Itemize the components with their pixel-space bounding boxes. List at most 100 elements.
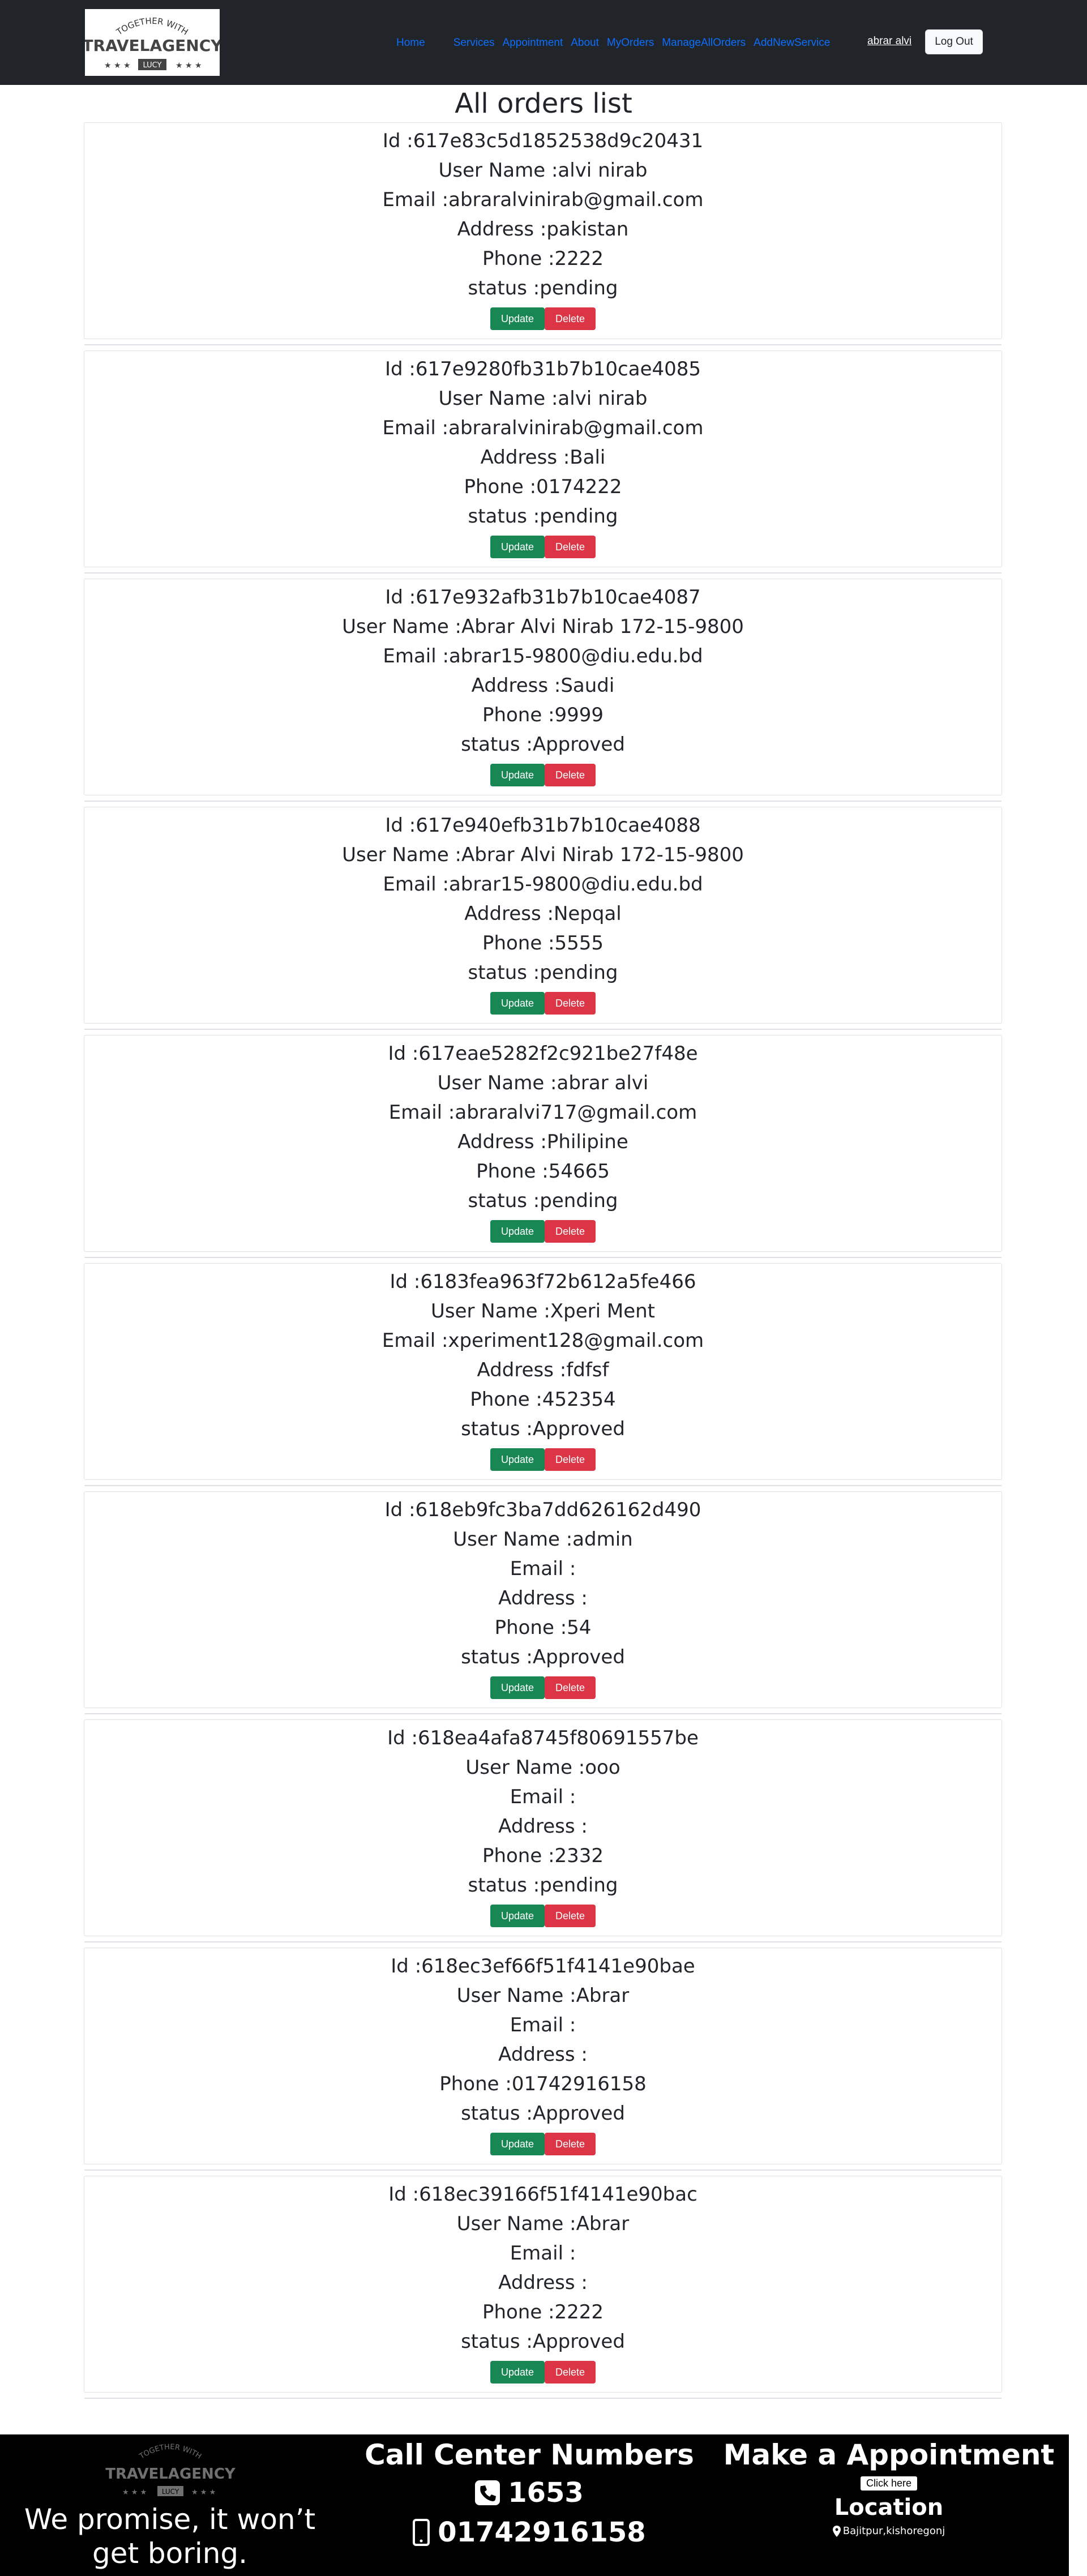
order-address-label: Address : <box>457 218 547 241</box>
appointment-heading: Make a Appointment <box>723 2438 1055 2471</box>
brand-logo[interactable]: TOGETHER WITH TRAVELAGENCY ★ ★ ★ LUCY ★ … <box>85 9 220 76</box>
delete-button[interactable]: Delete <box>545 764 596 786</box>
order-email: Email : <box>84 2239 1002 2268</box>
order-status-value: pending <box>540 1189 618 1212</box>
order-email-label: Email : <box>382 417 449 439</box>
order-address: Address :Nepqal <box>84 899 1002 928</box>
nav-link-manage-all-orders[interactable]: ManageAllOrders <box>662 37 746 49</box>
svg-text:TOGETHER WITH: TOGETHER WITH <box>114 16 190 37</box>
update-button[interactable]: Update <box>490 992 545 1015</box>
phone-number-2[interactable]: 01742916158 <box>351 2513 708 2552</box>
update-button[interactable]: Update <box>490 1676 545 1699</box>
order-status-label: status : <box>461 733 533 756</box>
update-button[interactable]: Update <box>490 764 545 786</box>
update-button[interactable]: Update <box>490 536 545 558</box>
footer-tagline: We promise, it won’t get boring. <box>24 2503 316 2570</box>
order-status-label: status : <box>468 505 540 528</box>
delete-button[interactable]: Delete <box>545 307 596 330</box>
order-status-label: status : <box>461 2102 533 2125</box>
order-email: Email : <box>84 1554 1002 1584</box>
nav-link-home[interactable]: Home <box>396 37 425 49</box>
order-phone-label: Phone : <box>482 247 555 270</box>
order-phone-label: Phone : <box>482 1845 555 1867</box>
update-button[interactable]: Update <box>490 2133 545 2155</box>
update-button[interactable]: Update <box>490 1220 545 1243</box>
delete-button[interactable]: Delete <box>545 2361 596 2384</box>
footer-logo: TOGETHER WITH TRAVELAGENCY ★ ★ ★ LUCY ★ … <box>100 2438 241 2500</box>
order-id-label: Id : <box>391 1955 422 1978</box>
order-id-label: Id : <box>384 1499 416 1521</box>
order-status-value: pending <box>540 505 618 528</box>
order-card: Id :618eb9fc3ba7dd626162d490 User Name :a… <box>84 1491 1002 1714</box>
order-phone: Phone :0174222 <box>84 472 1002 502</box>
order-address: Address : <box>84 1584 1002 1613</box>
logout-button[interactable]: Log Out <box>925 29 983 54</box>
order-status-label: status : <box>461 2330 533 2353</box>
order-address-label: Address : <box>464 902 554 925</box>
update-button[interactable]: Update <box>490 307 545 330</box>
order-address-value: fdfsf <box>566 1359 609 1381</box>
delete-button[interactable]: Delete <box>545 1676 596 1699</box>
delete-button[interactable]: Delete <box>545 536 596 558</box>
order-email: Email : <box>84 2010 1002 2040</box>
order-phone-label: Phone : <box>464 476 537 498</box>
order-phone: Phone :2332 <box>84 1841 1002 1871</box>
order-phone: Phone :452354 <box>84 1385 1002 1414</box>
order-actions: Update Delete <box>84 992 1002 1015</box>
svg-text:TOGETHER WITH: TOGETHER WITH <box>138 2443 203 2461</box>
phone-number-1[interactable]: 1653 <box>351 2473 708 2513</box>
site-footer: TOGETHER WITH TRAVELAGENCY ★ ★ ★ LUCY ★ … <box>0 2434 1069 2576</box>
order-status-value: pending <box>540 961 618 984</box>
order-user-name-label: User Name : <box>453 1528 573 1551</box>
location-heading: Location <box>834 2494 944 2521</box>
order-user-name-label: User Name : <box>438 387 558 410</box>
order-email-label: Email : <box>383 645 449 667</box>
update-button[interactable]: Update <box>490 1905 545 1927</box>
order-address-value: Philipine <box>546 1131 628 1153</box>
order-phone-value: 9999 <box>554 704 604 726</box>
order-phone: Phone :9999 <box>84 700 1002 730</box>
order-id: Id :6183fea963f72b612a5fe466 <box>84 1267 1002 1296</box>
click-here-button[interactable]: Click here <box>860 2476 918 2491</box>
order-status-value: Approved <box>532 1418 625 1440</box>
nav-link-appointment[interactable]: Appointment <box>503 37 563 49</box>
order-email: Email :xperiment128@gmail.com <box>84 1326 1002 1355</box>
order-actions: Update Delete <box>84 1905 1002 1927</box>
location-address: Bajitpur,kishoregonj <box>713 2523 1064 2539</box>
order-user-name: User Name :Xperi Ment <box>84 1296 1002 1326</box>
order-user-name: User Name :abrar alvi <box>84 1068 1002 1098</box>
order-id-value: 617eae5282f2c921be27f48e <box>418 1042 698 1065</box>
order-address-value: Saudi <box>560 674 615 697</box>
delete-button[interactable]: Delete <box>545 2133 596 2155</box>
update-button[interactable]: Update <box>490 2361 545 2384</box>
order-id-value: 617e940efb31b7b10cae4088 <box>416 814 701 837</box>
order-card: Id :618ec3ef66f51f4141e90bae User Name :A… <box>84 1948 1002 2171</box>
order-id: Id :618eb9fc3ba7dd626162d490 <box>84 1495 1002 1525</box>
order-status-value: pending <box>540 1874 618 1897</box>
nav-link-add-new-service[interactable]: AddNewService <box>754 37 830 49</box>
order-email: Email : <box>84 1782 1002 1812</box>
order-id: Id :617eae5282f2c921be27f48e <box>84 1039 1002 1068</box>
order-email: Email :abrar15-9800@diu.edu.bd <box>84 641 1002 671</box>
order-status: status :pending <box>84 1186 1002 1216</box>
svg-text:TRAVELAGENCY: TRAVELAGENCY <box>105 2466 236 2483</box>
order-email-value: abraralvinirab@gmail.com <box>448 417 704 439</box>
delete-button[interactable]: Delete <box>545 992 596 1015</box>
order-user-name: User Name :admin <box>84 1525 1002 1554</box>
appointment-section: Make a Appointment Click here Location B… <box>713 2437 1064 2539</box>
order-id-label: Id : <box>385 814 416 837</box>
update-button[interactable]: Update <box>490 1448 545 1471</box>
delete-button[interactable]: Delete <box>545 1220 596 1243</box>
order-id-label: Id : <box>388 2183 420 2206</box>
current-user-link[interactable]: abrar alvi <box>867 35 911 48</box>
nav-link-about[interactable]: About <box>571 37 599 49</box>
order-id-label: Id : <box>390 1270 421 1293</box>
delete-button[interactable]: Delete <box>545 1905 596 1927</box>
order-phone: Phone :2222 <box>84 2297 1002 2327</box>
nav-link-services[interactable]: Services <box>453 37 495 49</box>
delete-button[interactable]: Delete <box>545 1448 596 1471</box>
nav-link-my-orders[interactable]: MyOrders <box>607 37 654 49</box>
location-address-text: Bajitpur,kishoregonj <box>842 2525 945 2537</box>
order-address: Address : <box>84 2268 1002 2297</box>
order-user-name-value: admin <box>572 1528 633 1551</box>
